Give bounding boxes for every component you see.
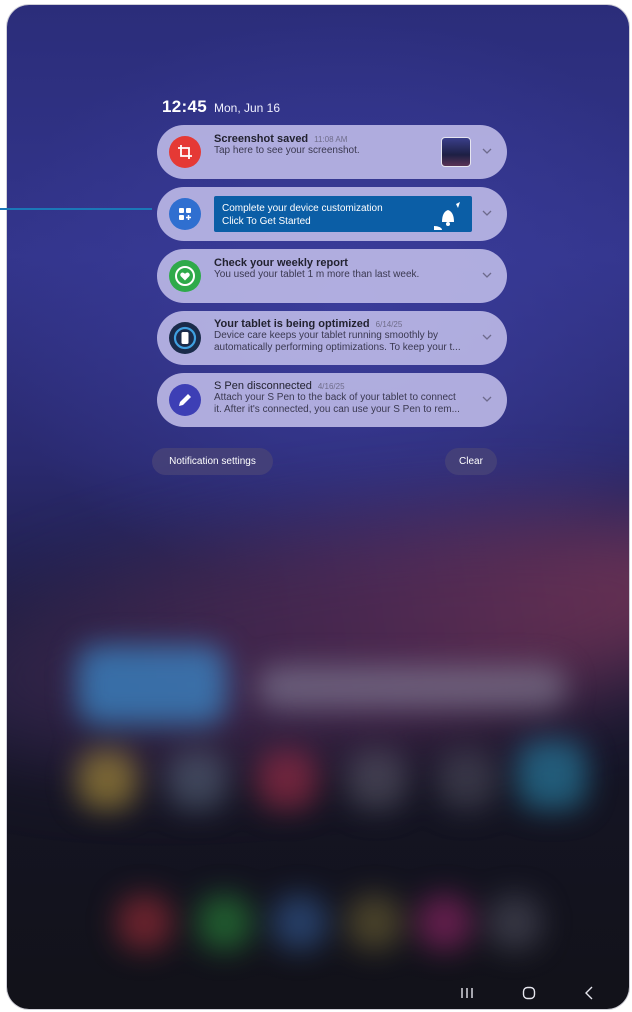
chevron-down-icon[interactable] — [481, 393, 493, 405]
navigation-bar — [7, 986, 629, 1009]
notification-text: Tap here to see your screenshot. — [214, 145, 360, 156]
notification-settings-button[interactable]: Notification settings — [152, 448, 273, 475]
notification-text: You used your tablet 1 m more than last … — [214, 269, 420, 280]
screenshot-crop-icon — [169, 136, 201, 168]
s-pen-icon — [169, 384, 201, 416]
notification-optimized[interactable]: Your tablet is being optimized 6/14/25 D… — [157, 311, 507, 365]
digital-wellbeing-heart-icon — [169, 260, 201, 292]
device-care-icon — [169, 322, 201, 354]
notification-title: Your tablet is being optimized — [214, 318, 370, 330]
callout-line — [0, 208, 152, 210]
tablet-screen: 12:45 Mon, Jun 16 Screenshot saved 11:08… — [7, 5, 629, 1009]
notification-customization[interactable]: Complete your device customization Click… — [157, 187, 507, 241]
notification-screenshot[interactable]: Screenshot saved 11:08 AM Tap here to se… — [157, 125, 507, 179]
apps-add-icon — [169, 198, 201, 230]
notification-time: 6/14/25 — [375, 320, 403, 329]
bell-illustration-icon — [434, 202, 460, 230]
notification-text-line-2: automatically performing optimizations. … — [214, 342, 461, 353]
notification-s-pen[interactable]: S Pen disconnected 4/16/25 Attach your S… — [157, 373, 507, 427]
recents-icon[interactable] — [455, 981, 479, 1005]
notification-weekly-report[interactable]: Check your weekly report You used your t… — [157, 249, 507, 303]
home-icon[interactable] — [517, 981, 541, 1005]
banner-title: Complete your device customization — [222, 203, 383, 214]
back-icon[interactable] — [577, 981, 601, 1005]
chevron-down-icon[interactable] — [481, 207, 493, 219]
banner-subtitle: Click To Get Started — [222, 216, 311, 227]
notification-title: S Pen disconnected — [214, 380, 312, 392]
chevron-down-icon[interactable] — [481, 331, 493, 343]
chevron-down-icon[interactable] — [481, 269, 493, 281]
clear-button[interactable]: Clear — [445, 448, 497, 475]
notification-text-line-1: Attach your S Pen to the back of your ta… — [214, 392, 456, 403]
status-clock: 12:45 Mon, Jun 16 — [162, 97, 280, 117]
screenshot-thumbnail[interactable] — [441, 137, 471, 167]
notification-title: Check your weekly report — [214, 257, 348, 269]
notification-text-line-2: it. After it's connected, you can use yo… — [214, 404, 460, 415]
clock-date: Mon, Jun 16 — [213, 101, 281, 115]
notification-title: Screenshot saved — [214, 133, 309, 145]
notification-time: 11:08 AM — [314, 135, 348, 144]
notification-time: 4/16/25 — [317, 382, 345, 391]
notification-text-line-1: Device care keeps your tablet running sm… — [214, 330, 439, 341]
chevron-down-icon[interactable] — [481, 145, 493, 157]
clock-time: 12:45 — [162, 97, 207, 116]
customization-banner[interactable]: Complete your device customization Click… — [214, 196, 472, 232]
